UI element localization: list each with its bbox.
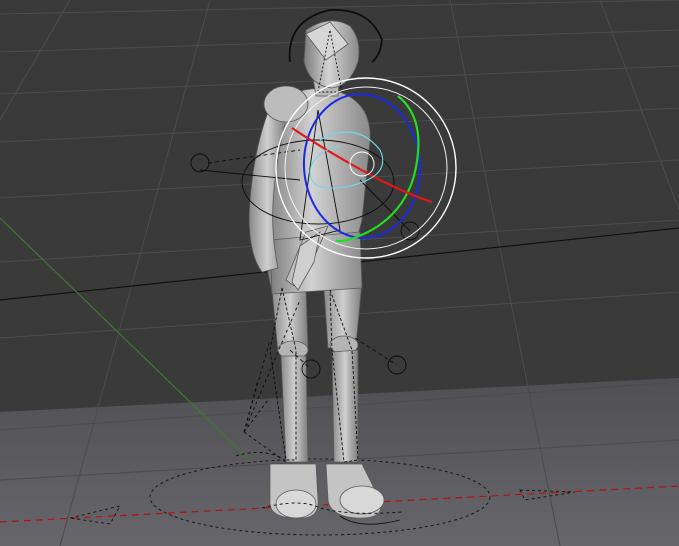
right-toe <box>339 485 385 515</box>
right-shin <box>331 349 359 463</box>
viewport-canvas[interactable] <box>0 0 679 546</box>
left-shin <box>280 355 309 463</box>
3d-viewport[interactable] <box>0 0 679 546</box>
shoulder <box>263 85 309 123</box>
